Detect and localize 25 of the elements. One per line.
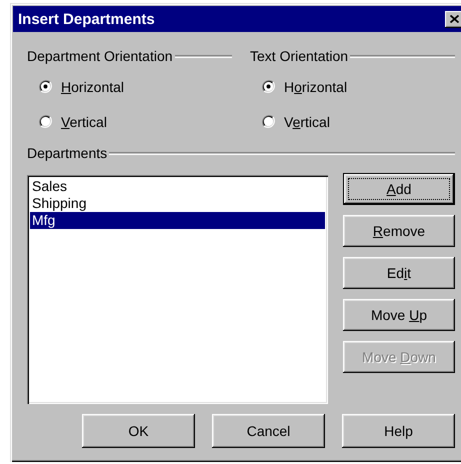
list-item[interactable]: Mfg <box>30 212 325 229</box>
radio-label[interactable]: Vertical <box>61 114 107 130</box>
group-label: Text Orientation <box>250 48 348 64</box>
department-list[interactable]: Sales Shipping Mfg <box>27 175 328 404</box>
close-icon <box>450 15 458 23</box>
group-label: Departments <box>27 145 108 161</box>
list-item[interactable]: Sales <box>30 178 325 195</box>
radio-button[interactable] <box>39 115 52 128</box>
dialog-button[interactable]: Remove <box>343 215 455 247</box>
list-item[interactable]: Shipping <box>30 195 325 212</box>
dialog-button[interactable]: Cancel <box>212 414 325 448</box>
close-button[interactable] <box>445 10 461 28</box>
dialog-button[interactable]: Help <box>342 414 455 448</box>
dialog-button[interactable]: Move Up <box>343 299 455 331</box>
window-title: Insert Departments <box>18 10 155 28</box>
dialog-button[interactable]: Add <box>343 173 455 205</box>
radio-label[interactable]: Horizontal <box>61 78 124 94</box>
dialog-button[interactable]: OK <box>82 414 195 448</box>
radio-button[interactable] <box>262 80 275 93</box>
dialog-button[interactable]: Edit <box>343 257 455 289</box>
radio-label[interactable]: Vertical <box>284 114 330 130</box>
radio-button[interactable] <box>39 80 52 93</box>
radio-button[interactable] <box>262 115 275 128</box>
radio-label[interactable]: Horizontal <box>284 78 348 94</box>
group-label: Department Orientation <box>27 48 173 64</box>
